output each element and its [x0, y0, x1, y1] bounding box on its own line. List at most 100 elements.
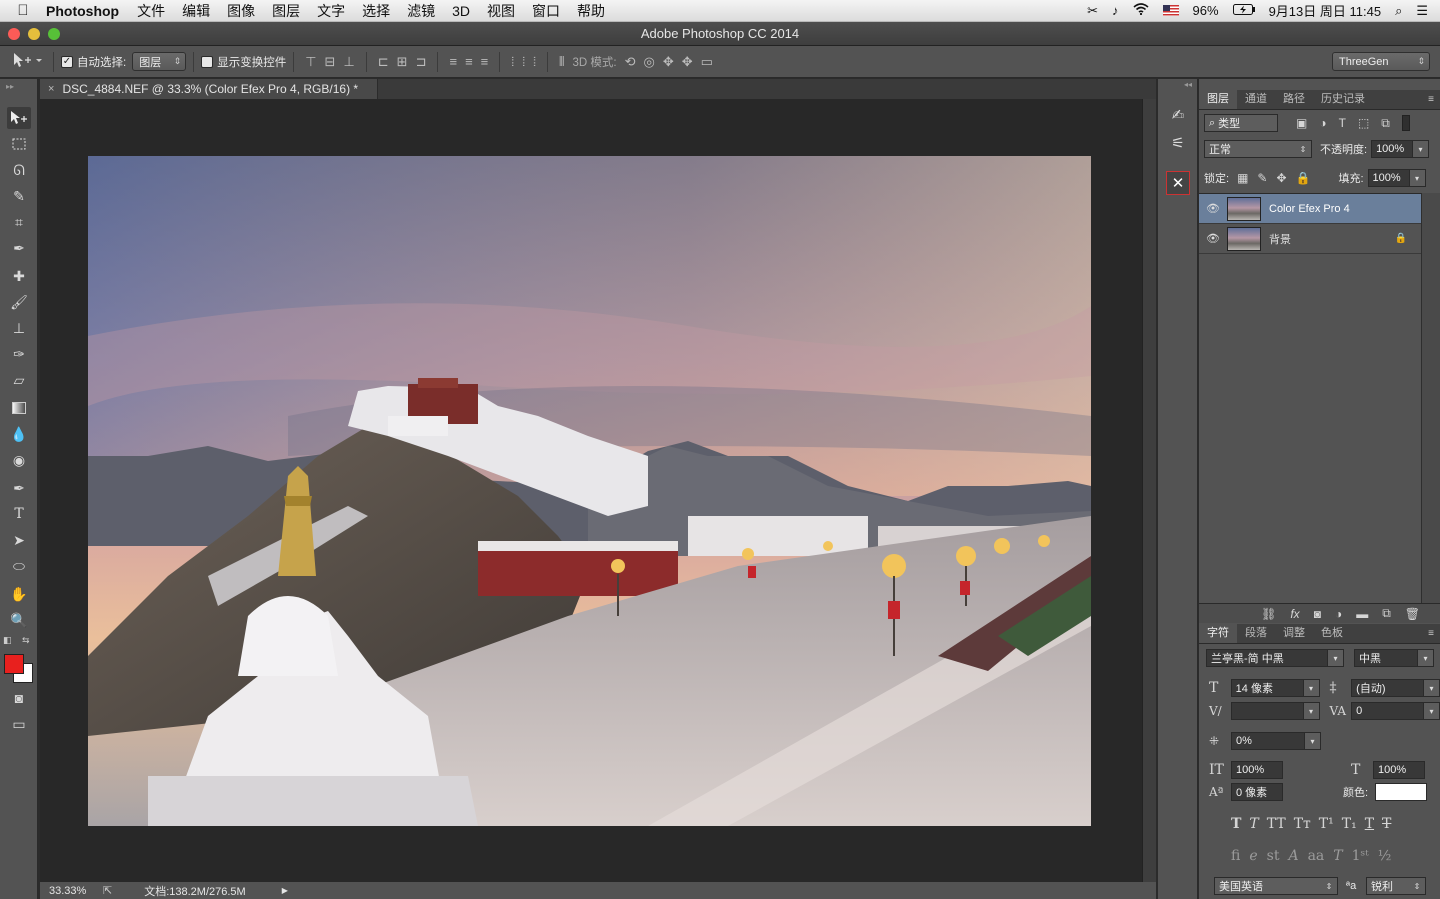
menu-3d[interactable]: 3D	[452, 3, 470, 19]
vertical-scrollbar[interactable]	[1142, 99, 1156, 882]
photo-canvas[interactable]	[88, 156, 1091, 826]
zoom-tool-icon[interactable]: 🔍	[7, 609, 31, 631]
clone-stamp-tool-icon[interactable]: ⊥	[7, 317, 31, 339]
auto-select-checkbox[interactable]: ✓	[61, 55, 73, 68]
align-bottom-icon[interactable]: ⊥	[343, 54, 354, 70]
tab-layers[interactable]: 图层	[1199, 90, 1237, 109]
show-transform-checkbox[interactable]	[201, 55, 214, 68]
distribute-hcenter-icon[interactable]: ⦙	[522, 54, 525, 70]
lock-transparent-icon[interactable]: ▦	[1237, 171, 1248, 185]
align-right-icon[interactable]: ⊐	[416, 54, 427, 70]
lock-all-icon[interactable]: 🔒	[1296, 171, 1311, 185]
marquee-tool-icon[interactable]	[7, 133, 31, 155]
zoom-window-button[interactable]	[48, 28, 60, 40]
tab-paths[interactable]: 路径	[1275, 90, 1313, 109]
ligatures-icon[interactable]: ﬁ	[1231, 848, 1240, 864]
vertical-scale-input[interactable]: 100%	[1231, 761, 1283, 779]
type-tool-icon[interactable]: T	[7, 503, 31, 525]
move-tool-icon[interactable]	[7, 107, 31, 129]
layer-fx-icon[interactable]: fx	[1290, 607, 1299, 621]
tool-presets-icon[interactable]: ✍	[1166, 103, 1190, 127]
eraser-tool-icon[interactable]: ▱	[7, 369, 31, 391]
filter-smart-icon[interactable]: ⧉	[1381, 116, 1390, 131]
dodge-tool-icon[interactable]: ◉	[7, 449, 31, 471]
crop-tool-icon[interactable]: ⌗	[7, 211, 31, 233]
superscript-icon[interactable]: T¹	[1319, 816, 1334, 832]
opacity-input[interactable]: 100% ▾	[1371, 140, 1430, 158]
close-document-icon[interactable]: ×	[48, 83, 54, 95]
default-colors-icon[interactable]: ◧	[3, 635, 12, 646]
tab-channels[interactable]: 通道	[1237, 90, 1275, 109]
menu-help[interactable]: 帮助	[577, 1, 605, 21]
minimize-window-button[interactable]	[28, 28, 40, 40]
tab-paragraph[interactable]: 段落	[1237, 624, 1275, 643]
status-menu-arrow-icon[interactable]: ▶	[282, 886, 288, 895]
distribute-vcenter-icon[interactable]: ≡	[465, 54, 473, 69]
zoom-level[interactable]: 33.33%	[49, 885, 97, 897]
distribute-right-icon[interactable]: ⦙	[533, 54, 536, 70]
add-mask-icon[interactable]: ◙	[1314, 607, 1321, 621]
3d-rotate-icon[interactable]: ⟲	[625, 54, 636, 70]
character-panel-menu-icon[interactable]: ≡	[1428, 624, 1440, 643]
tab-adjustments[interactable]: 调整	[1275, 624, 1313, 643]
swap-colors-icon[interactable]: ⇆	[22, 635, 30, 646]
filter-shape-icon[interactable]: ⬚	[1358, 116, 1369, 130]
swash-icon[interactable]: A	[1288, 848, 1298, 864]
align-top-icon[interactable]: ⊤	[305, 54, 316, 70]
clock[interactable]: 9月13日 周日 11:45	[1269, 1, 1381, 20]
layers-panel-menu-icon[interactable]: ≡	[1428, 90, 1440, 109]
eyedropper-tool-icon[interactable]: ✒	[7, 237, 31, 259]
titling-icon[interactable]: T	[1333, 848, 1342, 864]
quick-select-tool-icon[interactable]: ✎	[7, 185, 31, 207]
wifi-icon[interactable]	[1133, 3, 1149, 18]
quick-mask-icon[interactable]: ◙	[7, 687, 31, 709]
underline-icon[interactable]: T	[1365, 816, 1374, 832]
gradient-tool-icon[interactable]	[7, 397, 31, 419]
font-style-dropdown[interactable]: 中黑 ▾	[1354, 649, 1434, 667]
tracking-input[interactable]: 0 ▾	[1351, 702, 1440, 720]
share-icon[interactable]: ⇱	[103, 884, 112, 897]
tsume-input[interactable]: 0% ▾	[1231, 732, 1321, 750]
3d-pan-icon[interactable]: ✥	[663, 54, 674, 70]
font-size-input[interactable]: 14 像素 ▾	[1230, 679, 1320, 697]
eye-icon[interactable]: 👁	[1199, 232, 1227, 245]
menu-edit[interactable]: 编辑	[182, 1, 210, 21]
stylistic-alternates-icon[interactable]: aa	[1308, 848, 1325, 864]
lock-position-icon[interactable]: ✥	[1276, 171, 1286, 185]
move-tool-preset-icon[interactable]	[12, 52, 42, 71]
spotlight-icon[interactable]: ⌕	[1395, 3, 1402, 19]
screen-mode-icon[interactable]: ▭	[7, 713, 31, 735]
3d-scale-icon[interactable]: ▭	[701, 54, 713, 70]
subscript-icon[interactable]: T₁	[1342, 816, 1357, 832]
3d-slide-icon[interactable]: ✥	[682, 54, 693, 70]
blur-tool-icon[interactable]: 💧	[7, 423, 31, 445]
pen-tool-icon[interactable]: ✒	[7, 477, 31, 499]
kerning-input[interactable]: ▾	[1230, 702, 1320, 720]
fill-input[interactable]: 100% ▾	[1367, 169, 1426, 187]
delete-layer-icon[interactable]: 🗑	[1405, 607, 1420, 621]
distribute-left-icon[interactable]: ⦙	[511, 54, 514, 70]
workspace-dropdown[interactable]: ThreeGen	[1332, 52, 1430, 71]
align-left-icon[interactable]: ⊏	[378, 54, 389, 70]
tab-character[interactable]: 字符	[1199, 624, 1237, 643]
menu-image[interactable]: 图像	[227, 1, 255, 21]
menu-window[interactable]: 窗口	[532, 1, 560, 21]
battery-icon[interactable]	[1232, 3, 1255, 18]
horizontal-scale-input[interactable]: 100%	[1373, 761, 1425, 779]
lasso-tool-icon[interactable]: ᘏ	[7, 159, 31, 181]
layer-row-color-efex[interactable]: 👁 Color Efex Pro 4	[1199, 194, 1421, 224]
language-dropdown[interactable]: 美国英语 ⇕	[1214, 877, 1338, 895]
new-layer-icon[interactable]: ⧉	[1382, 606, 1391, 621]
filter-toggle[interactable]	[1401, 115, 1410, 131]
faux-italic-icon[interactable]: T	[1249, 816, 1258, 832]
menu-filter[interactable]: 滤镜	[407, 1, 435, 21]
scissors-icon[interactable]: ✂	[1087, 3, 1098, 19]
foreground-color-swatch[interactable]	[4, 654, 24, 674]
document-tab[interactable]: × DSC_4884.NEF @ 33.3% (Color Efex Pro 4…	[40, 79, 378, 99]
us-flag-icon[interactable]	[1162, 5, 1179, 16]
notification-center-icon[interactable]: ☰	[1416, 3, 1428, 19]
lock-image-icon[interactable]: ✎	[1257, 171, 1267, 185]
properties-icon[interactable]: ⚟	[1166, 131, 1190, 155]
menu-layer[interactable]: 图层	[272, 1, 300, 21]
apple-menu-icon[interactable]: 	[0, 2, 46, 19]
